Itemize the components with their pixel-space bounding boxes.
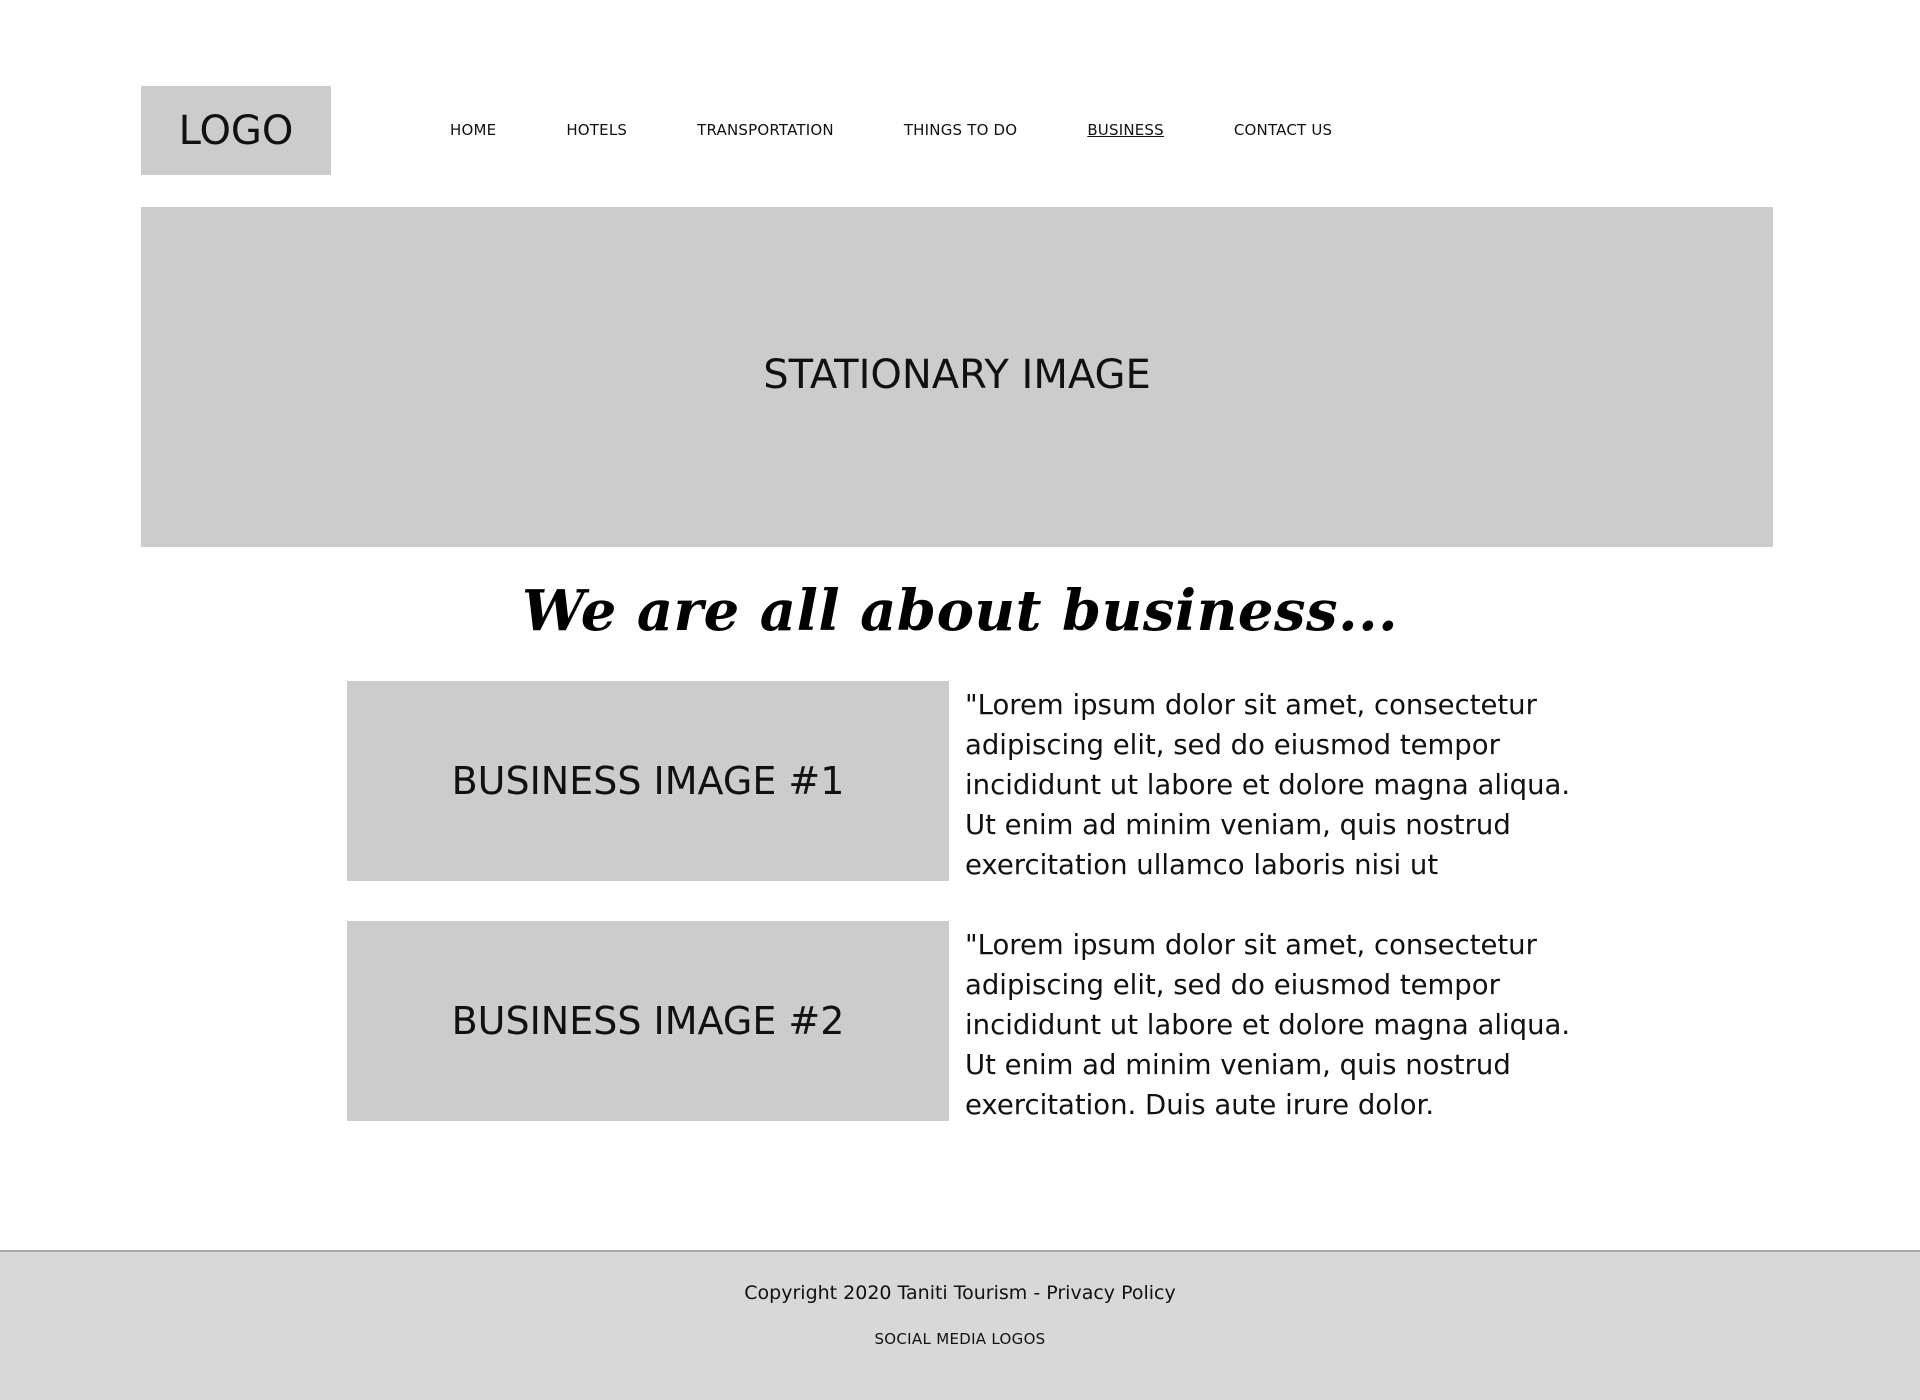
copyright-text: Copyright 2020 Taniti Tourism bbox=[744, 1282, 1028, 1304]
business-description: "Lorem ipsum dolor sit amet, consectetur… bbox=[965, 689, 1571, 881]
business-image-label: BUSINESS IMAGE #2 bbox=[451, 999, 845, 1043]
hero-image-placeholder: STATIONARY IMAGE bbox=[141, 207, 1773, 547]
page-tagline: We are all about business... bbox=[521, 578, 1399, 644]
logo[interactable]: LOGO bbox=[141, 86, 331, 175]
social-media-logos[interactable]: SOCIAL MEDIA LOGOS bbox=[0, 1330, 1920, 1348]
business-item: BUSINESS IMAGE #1 "Lorem ipsum dolor sit… bbox=[347, 681, 1570, 881]
nav-things-to-do[interactable]: THINGS TO DO bbox=[904, 121, 1018, 139]
nav-hotels[interactable]: HOTELS bbox=[566, 121, 627, 139]
business-image-placeholder: BUSINESS IMAGE #2 bbox=[347, 921, 949, 1121]
nav-business[interactable]: BUSINESS bbox=[1087, 121, 1164, 139]
nav-transportation[interactable]: TRANSPORTATION bbox=[697, 121, 834, 139]
hero-label: STATIONARY IMAGE bbox=[763, 352, 1151, 398]
business-image-label: BUSINESS IMAGE #1 bbox=[451, 759, 845, 803]
business-image-placeholder: BUSINESS IMAGE #1 bbox=[347, 681, 949, 881]
nav-home[interactable]: HOME bbox=[450, 121, 496, 139]
footer-separator: - bbox=[1027, 1282, 1047, 1304]
nav-contact-us[interactable]: CONTACT US bbox=[1234, 121, 1332, 139]
business-description: "Lorem ipsum dolor sit amet, consectetur… bbox=[965, 929, 1571, 1121]
business-item: BUSINESS IMAGE #2 "Lorem ipsum dolor sit… bbox=[347, 921, 1570, 1121]
page: LOGO HOME HOTELS TRANSPORTATION THINGS T… bbox=[0, 0, 1920, 1400]
logo-text: LOGO bbox=[178, 107, 294, 154]
footer-copyright-line: Copyright 2020 Taniti Tourism - Privacy … bbox=[0, 1282, 1920, 1304]
privacy-policy-link[interactable]: Privacy Policy bbox=[1046, 1282, 1175, 1304]
main-nav: HOME HOTELS TRANSPORTATION THINGS TO DO … bbox=[450, 118, 1402, 142]
footer: Copyright 2020 Taniti Tourism - Privacy … bbox=[0, 1250, 1920, 1400]
